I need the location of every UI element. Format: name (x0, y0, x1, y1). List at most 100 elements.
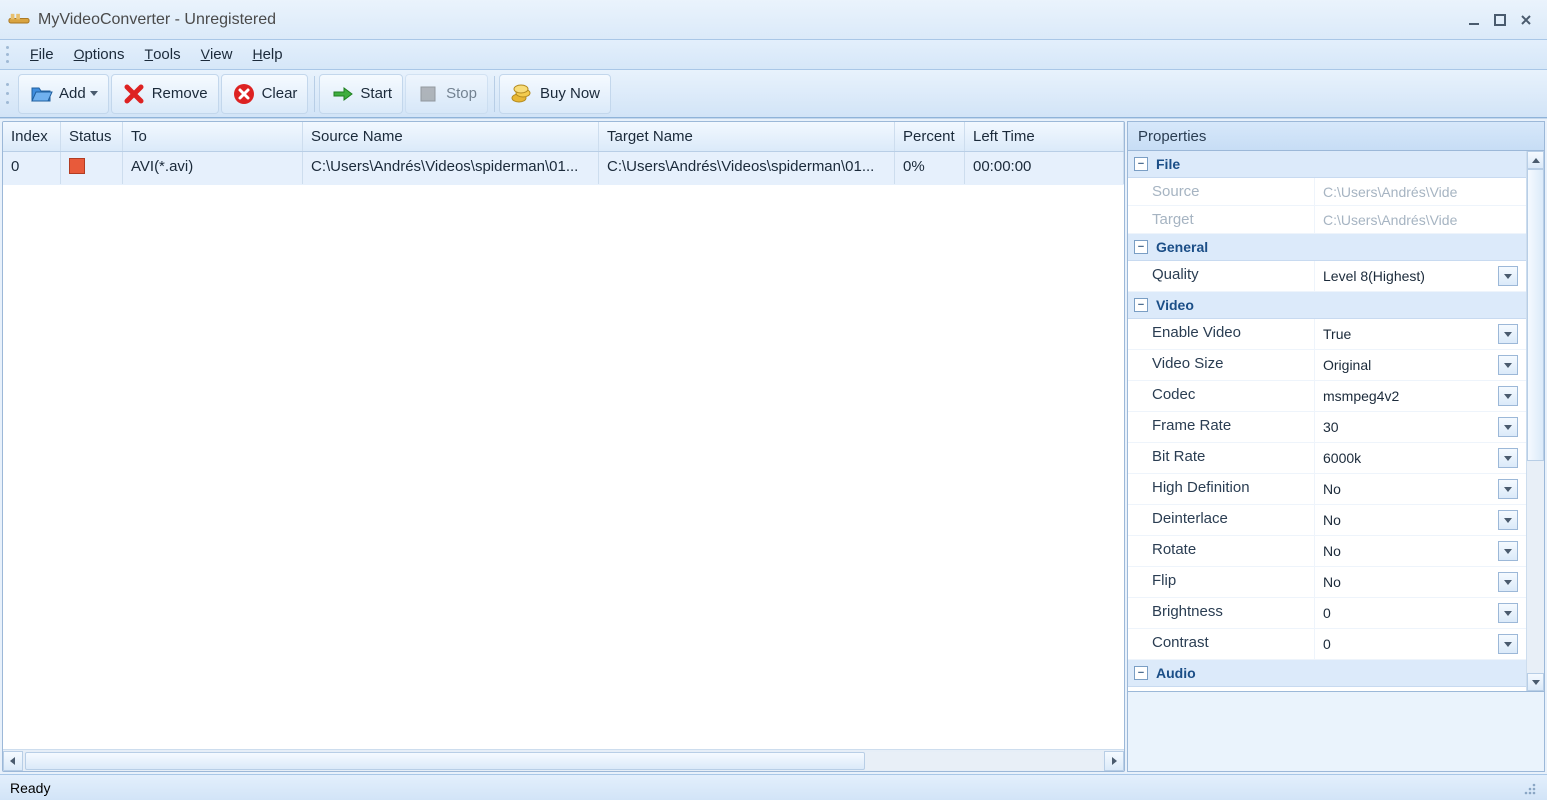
dropdown-button[interactable] (1498, 479, 1518, 499)
prop-bit-rate[interactable]: Bit Rate6000k (1128, 443, 1526, 474)
maximize-button[interactable] (1487, 9, 1513, 31)
start-button[interactable]: Start (319, 74, 403, 114)
x-circle-icon (232, 82, 256, 106)
properties-title: Properties (1127, 121, 1545, 151)
toolbar-separator (314, 76, 315, 112)
chevron-down-icon (90, 91, 98, 96)
category-audio[interactable]: −Audio (1128, 660, 1526, 687)
scroll-up-button[interactable] (1527, 151, 1544, 169)
prop-source: Source C:\Users\Andrés\Vide (1128, 178, 1526, 206)
col-to[interactable]: To (123, 122, 303, 151)
collapse-icon[interactable]: − (1134, 666, 1148, 680)
stop-button[interactable]: Stop (405, 74, 488, 114)
close-button[interactable] (1513, 9, 1539, 31)
toolbar: Add Remove Clear Start Stop Buy Now (0, 70, 1547, 118)
col-status[interactable]: Status (61, 122, 123, 151)
prop-brightness[interactable]: Brightness0 (1128, 598, 1526, 629)
cell-to: AVI(*.avi) (123, 152, 303, 184)
menu-file[interactable]: File (20, 42, 64, 67)
prop-codec[interactable]: Codecmsmpeg4v2 (1128, 381, 1526, 412)
status-text: Ready (10, 780, 50, 796)
prop-quality[interactable]: Quality Level 8(Highest) (1128, 261, 1526, 292)
dropdown-button[interactable] (1498, 355, 1518, 375)
app-icon (8, 12, 30, 28)
scroll-thumb[interactable] (25, 752, 865, 770)
dropdown-button[interactable] (1498, 510, 1518, 530)
collapse-icon[interactable]: − (1134, 157, 1148, 171)
list-header: Index Status To Source Name Target Name … (3, 122, 1124, 152)
category-general[interactable]: −General (1128, 234, 1526, 261)
col-percent[interactable]: Percent (895, 122, 965, 151)
scroll-down-button[interactable] (1527, 673, 1544, 691)
prop-flip[interactable]: FlipNo (1128, 567, 1526, 598)
scroll-right-button[interactable] (1104, 751, 1124, 771)
resize-grip-icon[interactable] (1521, 780, 1537, 796)
menubar: File Options Tools View Help (0, 40, 1547, 70)
scroll-track[interactable] (25, 752, 1102, 770)
category-file[interactable]: −File (1128, 151, 1526, 178)
dropdown-button[interactable] (1498, 386, 1518, 406)
remove-label: Remove (152, 85, 208, 102)
coins-icon (510, 82, 534, 106)
prop-enable-video[interactable]: Enable VideoTrue (1128, 319, 1526, 350)
table-row[interactable]: 0 AVI(*.avi) C:\Users\Andrés\Videos\spid… (3, 152, 1124, 185)
col-source[interactable]: Source Name (303, 122, 599, 151)
cell-status (61, 152, 123, 184)
horizontal-scrollbar[interactable] (3, 749, 1124, 771)
titlebar: MyVideoConverter - Unregistered (0, 0, 1547, 40)
menu-options[interactable]: Options (64, 42, 135, 67)
prop-rotate[interactable]: RotateNo (1128, 536, 1526, 567)
remove-button[interactable]: Remove (111, 74, 219, 114)
clear-button[interactable]: Clear (221, 74, 309, 114)
properties-detail-pane (1127, 692, 1545, 772)
add-label: Add (59, 85, 86, 102)
scroll-left-button[interactable] (3, 751, 23, 771)
prop-contrast[interactable]: Contrast0 (1128, 629, 1526, 660)
dropdown-button[interactable] (1498, 603, 1518, 623)
dropdown-button[interactable] (1498, 417, 1518, 437)
add-button[interactable]: Add (18, 74, 109, 114)
cell-index: 0 (3, 152, 61, 184)
dropdown-button[interactable] (1498, 541, 1518, 561)
cell-percent: 0% (895, 152, 965, 184)
collapse-icon[interactable]: − (1134, 240, 1148, 254)
x-red-icon (122, 82, 146, 106)
prop-deinterlace[interactable]: DeinterlaceNo (1128, 505, 1526, 536)
col-left[interactable]: Left Time (965, 122, 1124, 151)
dropdown-button[interactable] (1498, 634, 1518, 654)
prop-hd[interactable]: High DefinitionNo (1128, 474, 1526, 505)
toolbar-grip[interactable] (6, 80, 14, 108)
main-area: Index Status To Source Name Target Name … (0, 118, 1547, 774)
conversion-list: Index Status To Source Name Target Name … (2, 121, 1125, 772)
menubar-grip[interactable] (6, 45, 14, 65)
col-index[interactable]: Index (3, 122, 61, 151)
clear-label: Clear (262, 85, 298, 102)
menu-tools[interactable]: Tools (135, 42, 191, 67)
menu-help[interactable]: Help (242, 42, 292, 67)
dropdown-button[interactable] (1498, 572, 1518, 592)
dropdown-button[interactable] (1498, 448, 1518, 468)
cell-target: C:\Users\Andrés\Videos\spiderman\01... (599, 152, 895, 184)
col-target[interactable]: Target Name (599, 122, 895, 151)
folder-open-icon (29, 82, 53, 106)
minimize-button[interactable] (1461, 9, 1487, 31)
list-body[interactable]: 0 AVI(*.avi) C:\Users\Andrés\Videos\spid… (3, 152, 1124, 749)
dropdown-button[interactable] (1498, 266, 1518, 286)
properties-vscrollbar[interactable] (1526, 151, 1544, 691)
prop-video-size[interactable]: Video SizeOriginal (1128, 350, 1526, 381)
properties-panel: Properties −File Source C:\Users\Andrés\… (1127, 121, 1545, 772)
properties-scroll[interactable]: −File Source C:\Users\Andrés\Vide Target… (1128, 151, 1526, 691)
buy-now-button[interactable]: Buy Now (499, 74, 611, 114)
window-title: MyVideoConverter - Unregistered (38, 11, 1461, 29)
prop-target: Target C:\Users\Andrés\Vide (1128, 206, 1526, 234)
vscroll-track[interactable] (1527, 169, 1544, 673)
collapse-icon[interactable]: − (1134, 298, 1148, 312)
menu-view[interactable]: View (191, 42, 243, 67)
prop-frame-rate[interactable]: Frame Rate30 (1128, 412, 1526, 443)
properties-grid: −File Source C:\Users\Andrés\Vide Target… (1127, 151, 1545, 692)
cell-source: C:\Users\Andrés\Videos\spiderman\01... (303, 152, 599, 184)
dropdown-button[interactable] (1498, 324, 1518, 344)
vscroll-thumb[interactable] (1527, 169, 1544, 461)
buy-now-label: Buy Now (540, 85, 600, 102)
category-video[interactable]: −Video (1128, 292, 1526, 319)
